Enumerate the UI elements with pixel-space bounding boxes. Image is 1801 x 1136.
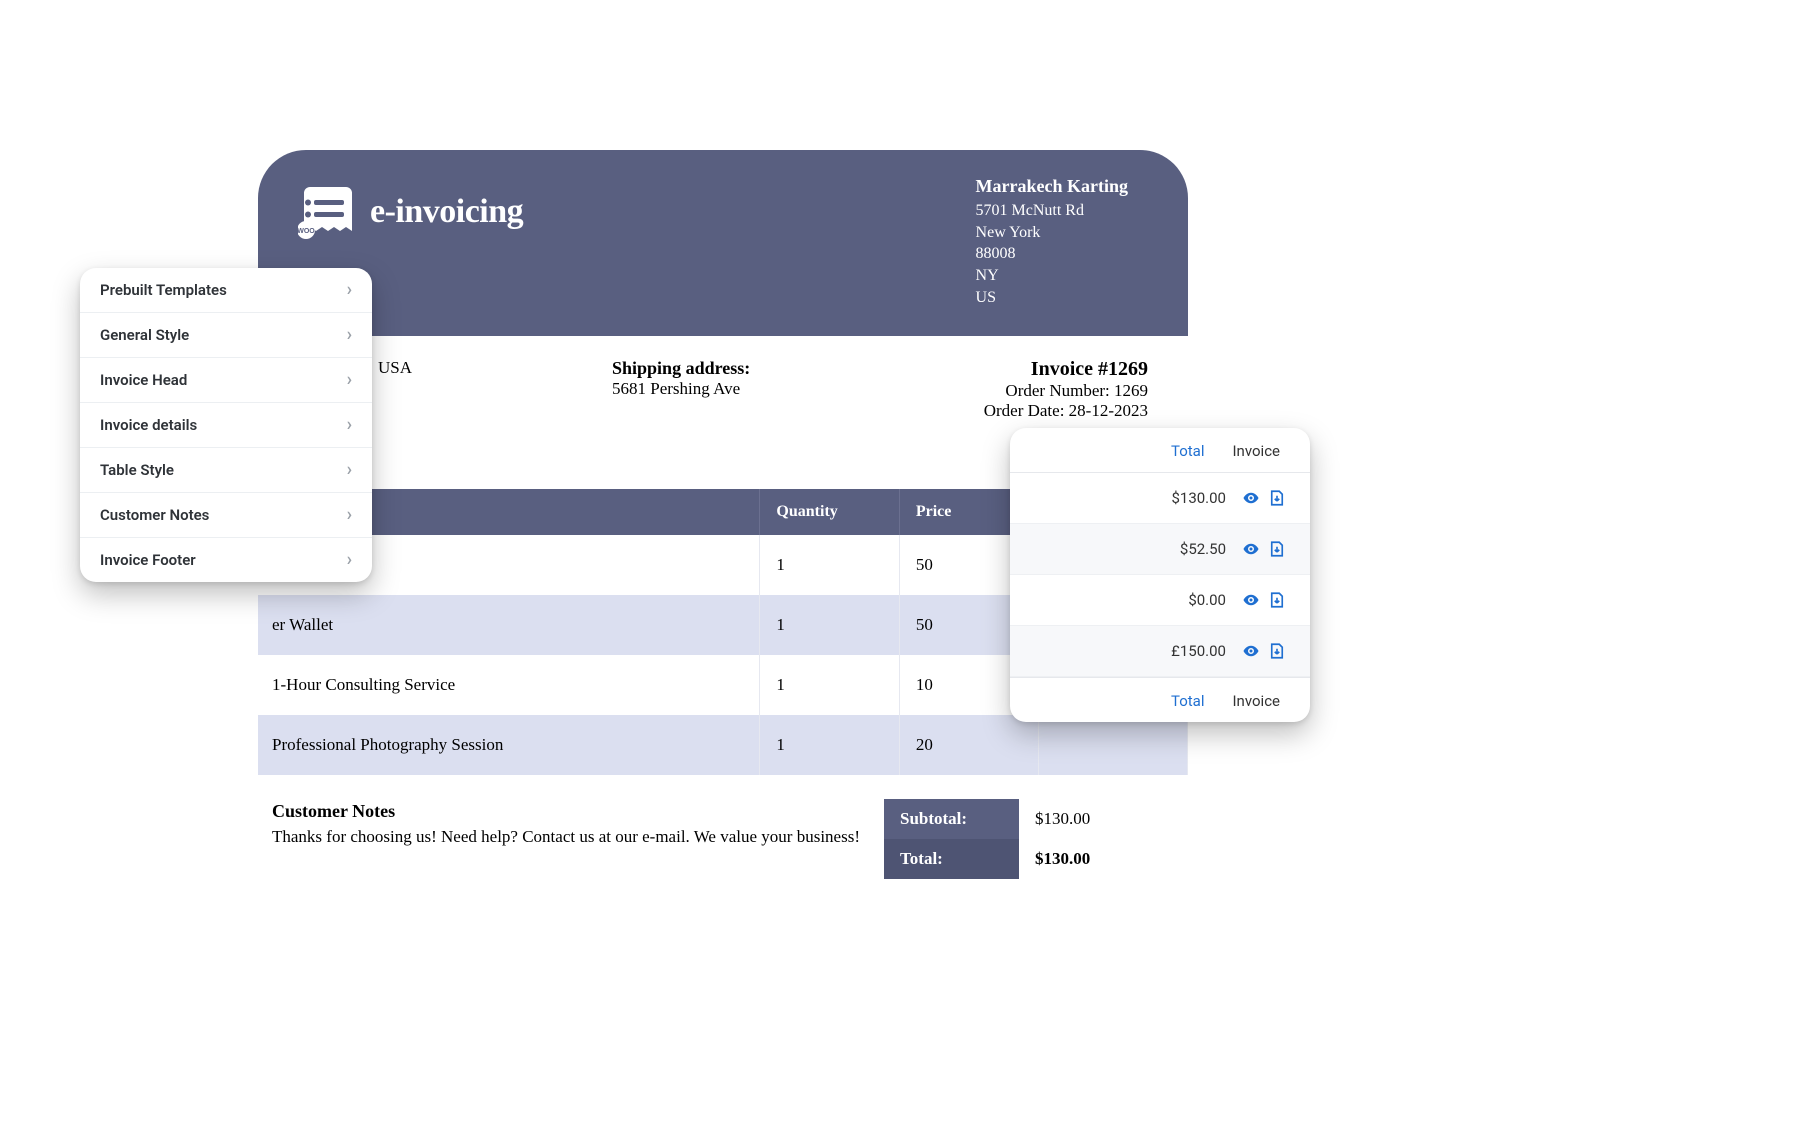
order-date: Order Date: 28-12-2023 — [984, 401, 1148, 421]
shipping-street: 5681 Pershing Ave — [612, 379, 750, 399]
view-invoice-icon[interactable] — [1242, 540, 1260, 558]
item-name: 1-Hour Consulting Service — [258, 655, 760, 715]
notes-body: Thanks for choosing us! Need help? Conta… — [272, 826, 860, 849]
chevron-right-icon: › — [347, 371, 352, 389]
header-total-label[interactable]: Total — [1171, 442, 1205, 460]
company-zip: 88008 — [976, 243, 1128, 265]
invoice-header: WOO e-invoicing Marrakech Karting 5701 M… — [258, 150, 1188, 336]
total-value: $130.00 — [1019, 839, 1184, 879]
sidebar-item-prebuilt-templates[interactable]: Prebuilt Templates › — [80, 268, 372, 313]
billing-column: USA — [378, 358, 412, 421]
order-total: $52.50 — [1146, 540, 1226, 558]
invoice-meta-column: Invoice #1269 Order Number: 1269 Order D… — [984, 358, 1148, 421]
footer-row: Customer Notes Thanks for choosing us! N… — [258, 775, 1188, 879]
sidebar-item-label: Prebuilt Templates — [100, 281, 227, 299]
chevron-right-icon: › — [347, 416, 352, 434]
view-invoice-icon[interactable] — [1242, 489, 1260, 507]
item-qty: 1 — [760, 655, 899, 715]
chevron-right-icon: › — [347, 551, 352, 569]
item-qty: 1 — [760, 535, 899, 595]
orders-actions-panel: Total Invoice $130.00 $52.50 $0.00 — [1010, 428, 1310, 722]
header-invoice-label: Invoice — [1232, 442, 1280, 460]
chevron-right-icon: › — [347, 281, 352, 299]
actions-footer: Total Invoice — [1010, 677, 1310, 722]
table-row: Professional Photography Session 1 20 — [258, 715, 1188, 775]
order-number: Order Number: 1269 — [984, 381, 1148, 401]
order-total: $130.00 — [1146, 489, 1226, 507]
totals-table: Subtotal: $130.00 Total: $130.00 — [884, 799, 1184, 879]
actions-header: Total Invoice — [1010, 428, 1310, 473]
customizer-panel: Prebuilt Templates › General Style › Inv… — [80, 268, 372, 582]
download-invoice-icon[interactable] — [1268, 591, 1286, 609]
download-invoice-icon[interactable] — [1268, 489, 1286, 507]
company-state: NY — [976, 265, 1128, 287]
sidebar-item-label: Customer Notes — [100, 506, 209, 524]
brand-logo: WOO e-invoicing — [298, 184, 523, 240]
item-name: er Wallet — [258, 595, 760, 655]
customer-notes: Customer Notes Thanks for choosing us! N… — [272, 799, 860, 879]
footer-total-label[interactable]: Total — [1171, 692, 1205, 710]
view-invoice-icon[interactable] — [1242, 591, 1260, 609]
shipping-column: Shipping address: 5681 Pershing Ave — [612, 358, 750, 421]
sidebar-item-customer-notes[interactable]: Customer Notes › — [80, 493, 372, 538]
sidebar-item-invoice-head[interactable]: Invoice Head › — [80, 358, 372, 403]
item-price: 20 — [899, 715, 1038, 775]
subtotal-label: Subtotal: — [884, 799, 1019, 839]
company-street: 5701 McNutt Rd — [976, 200, 1128, 222]
download-invoice-icon[interactable] — [1268, 540, 1286, 558]
invoice-number: Invoice #1269 — [984, 358, 1148, 381]
col-qty-header: Quantity — [760, 489, 899, 535]
order-row: $52.50 — [1010, 524, 1310, 575]
item-qty: 1 — [760, 595, 899, 655]
view-invoice-icon[interactable] — [1242, 642, 1260, 660]
order-total: $0.00 — [1146, 591, 1226, 609]
order-row: $0.00 — [1010, 575, 1310, 626]
item-total — [1039, 715, 1188, 775]
order-row: £150.00 — [1010, 626, 1310, 677]
sidebar-item-label: Invoice Head — [100, 371, 187, 389]
billing-line: USA — [378, 358, 412, 378]
sidebar-item-label: General Style — [100, 326, 189, 344]
sidebar-item-label: Table Style — [100, 461, 174, 479]
company-country: US — [976, 287, 1128, 309]
chevron-right-icon: › — [347, 326, 352, 344]
sidebar-item-invoice-details[interactable]: Invoice details › — [80, 403, 372, 448]
svg-text:WOO: WOO — [298, 228, 315, 235]
download-invoice-icon[interactable] — [1268, 642, 1286, 660]
chevron-right-icon: › — [347, 506, 352, 524]
footer-invoice-label: Invoice — [1232, 692, 1280, 710]
sidebar-item-invoice-footer[interactable]: Invoice Footer › — [80, 538, 372, 582]
chevron-right-icon: › — [347, 461, 352, 479]
shipping-label: Shipping address: — [612, 358, 750, 379]
order-total: £150.00 — [1146, 642, 1226, 660]
sidebar-item-general-style[interactable]: General Style › — [80, 313, 372, 358]
notes-header: Customer Notes — [272, 799, 860, 823]
company-name: Marrakech Karting — [976, 174, 1128, 198]
sidebar-item-table-style[interactable]: Table Style › — [80, 448, 372, 493]
company-city: New York — [976, 222, 1128, 244]
company-address: Marrakech Karting 5701 McNutt Rd New Yor… — [976, 174, 1128, 308]
brand-name: e-invoicing — [370, 193, 523, 231]
sidebar-item-label: Invoice details — [100, 416, 197, 434]
sidebar-item-label: Invoice Footer — [100, 551, 196, 569]
receipt-icon: WOO — [298, 184, 358, 240]
item-qty: 1 — [760, 715, 899, 775]
item-name: Professional Photography Session — [258, 715, 760, 775]
subtotal-value: $130.00 — [1019, 799, 1184, 839]
order-row: $130.00 — [1010, 473, 1310, 524]
total-label: Total: — [884, 839, 1019, 879]
